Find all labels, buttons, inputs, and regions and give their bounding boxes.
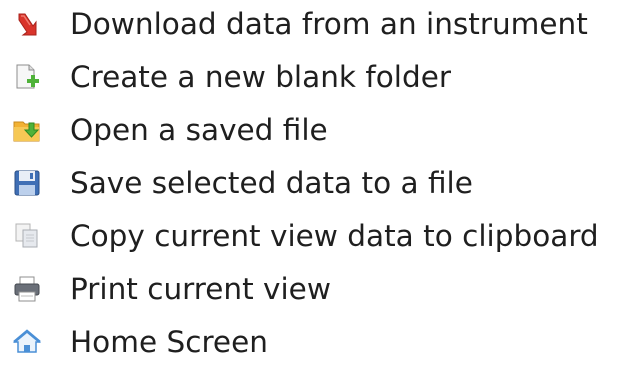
menu-item-new-folder[interactable]: Create a new blank folder: [0, 55, 617, 105]
menu-item-copy-view[interactable]: Copy current view data to clipboard: [0, 214, 617, 264]
menu-item-label: Open a saved file: [70, 113, 328, 147]
floppy-disk-icon: [12, 168, 42, 198]
download-arrow-icon: [12, 9, 42, 39]
menu-item-save-file[interactable]: Save selected data to a file: [0, 161, 617, 211]
menu-item-home-screen[interactable]: Home Screen: [0, 320, 617, 370]
menu-item-print-view[interactable]: Print current view: [0, 267, 617, 317]
menu-item-label: Download data from an instrument: [70, 7, 588, 41]
home-icon: [12, 327, 42, 357]
menu-item-label: Copy current view data to clipboard: [70, 219, 599, 253]
menu-list: Download data from an instrument Create …: [0, 0, 617, 380]
new-document-icon: [12, 62, 42, 92]
menu-item-label: Print current view: [70, 272, 331, 306]
printer-icon: [12, 274, 42, 304]
copy-icon: [12, 221, 42, 251]
menu-item-label: Home Screen: [70, 325, 268, 359]
menu-item-label: Create a new blank folder: [70, 60, 451, 94]
menu-item-open-file[interactable]: Open a saved file: [0, 108, 617, 158]
menu-item-label: Save selected data to a file: [70, 166, 473, 200]
open-folder-icon: [12, 115, 42, 145]
menu-item-download-data[interactable]: Download data from an instrument: [0, 2, 617, 52]
